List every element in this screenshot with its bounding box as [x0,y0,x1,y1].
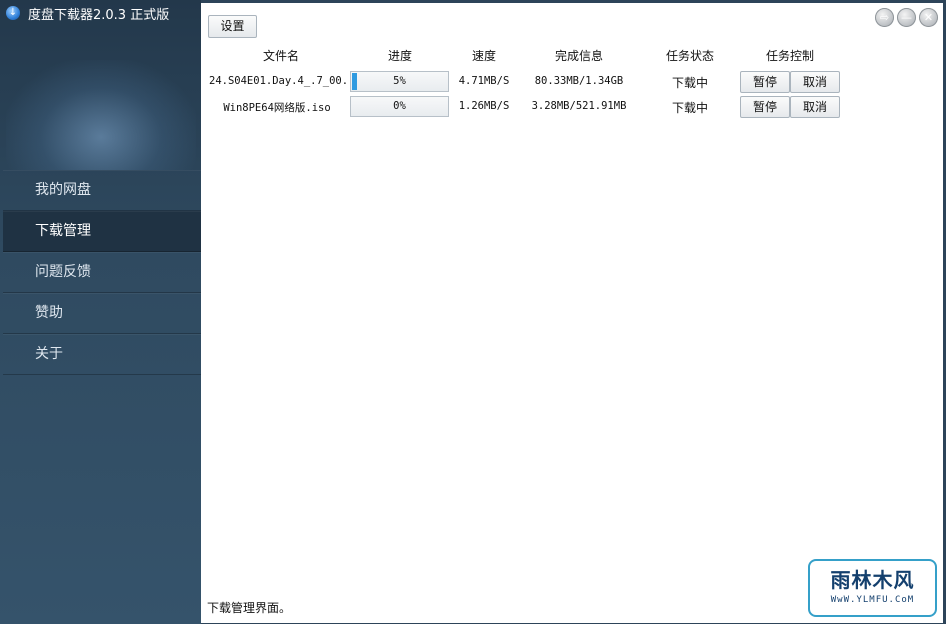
progress-label: 0% [393,100,406,112]
sidebar-item-sponsor[interactable]: 赞助 [3,293,201,334]
sidebar-logo-area [6,60,196,170]
row-speed: 4.71MB/S [458,75,510,87]
row-speed: 1.26MB/S [458,100,510,112]
watermark-logo-text: 雨林木风 [830,568,915,592]
sidebar-item-feedback[interactable]: 问题反馈 [3,252,201,293]
cancel-button[interactable]: 取消 [790,71,840,93]
row-status: 下载中 [671,101,708,115]
header-filename: 文件名 [262,49,299,63]
header-control: 任务控制 [765,49,814,63]
header-status: 任务状态 [665,49,714,63]
sidebar: ↓ 度盘下载器2.0.3 正式版 我的网盘 下载管理 问题反馈 赞助 关于 [0,0,201,624]
watermark-url: WwW.YLMFU.CoM [830,595,915,605]
progress-label: 5% [393,75,406,87]
row-info: 80.33MB/1.34GB [534,75,624,87]
cancel-button[interactable]: 取消 [790,96,840,118]
title-bar: ↓ 度盘下载器2.0.3 正式版 [6,4,170,23]
row-info: 3.28MB/521.91MB [531,100,627,112]
watermark-logo: 雨林木风 WwW.YLMFU.CoM [808,559,937,617]
header-progress: 进度 [387,49,412,63]
main-panel: 设置 ⇨ — ✕ 文件名 进度 速度 完成信息 任务状态 任务控制 24.S04… [201,3,943,623]
row-filename: Win8PE64网络版.iso [223,102,331,114]
row-filename: 24.S04E01.Day.4_.7_00. [209,75,349,87]
pause-button[interactable]: 暂停 [740,96,790,118]
pause-button[interactable]: 暂停 [740,71,790,93]
sidebar-item-my-netdisk[interactable]: 我的网盘 [3,170,201,211]
header-info: 完成信息 [554,49,603,63]
progress-bar: 5% [350,71,449,92]
settings-button[interactable]: 设置 [208,15,257,38]
window-controls: ⇨ — ✕ [872,8,938,27]
app-title: 度盘下载器2.0.3 正式版 [28,7,170,23]
sidebar-nav: 我的网盘 下载管理 问题反馈 赞助 关于 [3,170,201,375]
progress-bar: 0% [350,96,449,117]
status-bar-text: 下载管理界面。 [207,601,292,615]
header-speed: 速度 [471,49,496,63]
sidebar-item-about[interactable]: 关于 [3,334,201,375]
exit-icon[interactable]: ⇨ [875,8,894,27]
close-icon[interactable]: ✕ [919,8,938,27]
sidebar-item-download-manager[interactable]: 下载管理 [3,211,201,252]
row-status: 下载中 [671,76,708,90]
download-arrow-icon: ↓ [6,6,20,20]
minimize-icon[interactable]: — [897,8,916,27]
